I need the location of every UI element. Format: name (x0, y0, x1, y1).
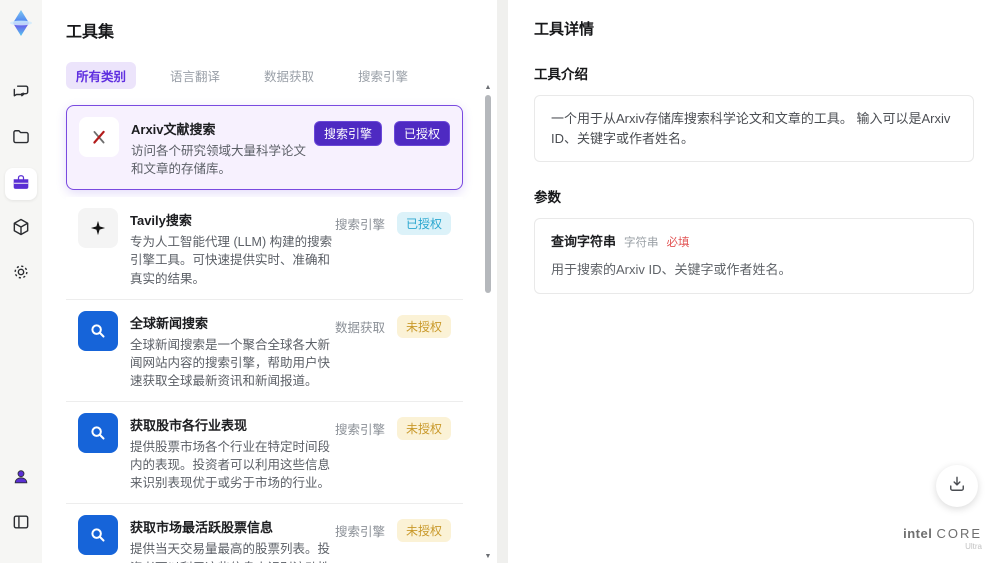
tool-name: Arxiv文献搜索 (131, 122, 216, 137)
chat-icon (11, 82, 31, 107)
toolbox-icon (11, 172, 31, 197)
arxiv-icon (79, 117, 119, 157)
intro-text: 一个用于从Arxiv存储库搜索科学论文和文章的工具。 输入可以是Arxiv ID… (534, 95, 974, 162)
scrollbar-thumb[interactable] (485, 95, 491, 293)
tool-category-tag: 搜索引擎 (334, 525, 385, 540)
tool-card[interactable]: 全球新闻搜索全球新闻搜索是一个聚合全球各大新闻网站内容的搜索引擎，帮助用户快速获… (66, 299, 463, 402)
intel-core-logo: intel CORE Ultra (903, 526, 982, 551)
tab-0[interactable]: 所有类别 (66, 62, 137, 89)
tool-list-panel: 工具集 所有类别 语言翻译 数据获取 搜索引擎 Arxiv文献搜索 访问各个研究领域大量… (42, 0, 497, 563)
app-window: 工具集 所有类别 语言翻译 数据获取 搜索引擎 Arxiv文献搜索 访问各个研究领域大量… (0, 0, 1000, 563)
sidebar-item-settings[interactable] (5, 258, 37, 290)
tool-detail-panel: 工具详情 工具介绍 一个用于从Arxiv存储库搜索科学论文和文章的工具。 输入可… (508, 0, 1000, 563)
tool-name: 全球新闻搜索 (130, 315, 209, 331)
app-logo-icon (6, 8, 36, 38)
search-icon (78, 310, 118, 351)
tool-description: 访问各个研究领域大量科学论文和文章的存储库。 (131, 144, 307, 177)
sidebar-item-user[interactable] (5, 463, 37, 495)
panel-toggle-icon (11, 512, 31, 537)
sidebar-item-tools[interactable] (5, 168, 37, 200)
tool-name: 获取市场最活跃股票信息 (130, 520, 274, 536)
user-icon (11, 467, 31, 492)
sidebar-item-packages[interactable] (5, 213, 37, 245)
tool-description: 专为人工智能代理 (LLM) 构建的搜索引擎工具。可快速提供实时、准确和真实的结… (130, 235, 333, 286)
tool-card[interactable]: 获取市场最活跃股票信息提供当天交易量最高的股票列表。投资者可以利用这些信息来识别… (66, 504, 463, 563)
auth-status-badge: 未授权 (396, 519, 451, 543)
detail-title: 工具详情 (534, 21, 595, 38)
tool-category-tag: 搜索引擎 (313, 121, 382, 146)
sidebar-item-panel-toggle[interactable] (5, 508, 37, 540)
scroll-down-icon[interactable]: ▼ (483, 553, 493, 561)
sidebar-item-files[interactable] (5, 123, 37, 155)
search-icon (78, 413, 118, 453)
param-type: 字符串 (624, 237, 659, 249)
intro-heading: 工具介绍 (534, 67, 588, 82)
panel-divider (497, 0, 508, 563)
tool-description: 提供当天交易量最高的股票列表。投资者可以利用这些信息来识别流动性强的股票和潜在的… (130, 542, 331, 563)
param-card: 查询字符串 字符串 必填 用于搜索的Arxiv ID、关键字或作者姓名。 (534, 218, 974, 294)
tool-list: Arxiv文献搜索 访问各个研究领域大量科学论文和文章的存储库。 搜索引擎 已授权 Ta… (66, 105, 475, 563)
param-name: 查询字符串 (551, 234, 617, 249)
tab-2[interactable]: 数据获取 (254, 62, 324, 89)
category-tabs: 所有类别 语言翻译 数据获取 搜索引擎 (66, 62, 475, 89)
tool-name: Tavily搜索 (130, 213, 192, 229)
tavily-star-icon (78, 208, 118, 249)
folder-icon (11, 127, 31, 152)
tool-category-tag: 数据获取 (334, 320, 385, 335)
param-required-flag: 必填 (666, 237, 690, 249)
tool-category-tag: 搜索引擎 (334, 218, 385, 233)
download-button[interactable] (936, 465, 978, 507)
brand-subtext: Ultra (965, 542, 982, 551)
auth-status-badge: 未授权 (396, 314, 451, 338)
scrollbar[interactable]: ▲ ▼ (483, 84, 493, 561)
auth-status-badge: 已授权 (396, 212, 451, 236)
cube-icon (11, 217, 31, 242)
param-description: 用于搜索的Arxiv ID、关键字或作者姓名。 (551, 262, 792, 278)
sidebar (0, 0, 42, 563)
search-icon (78, 515, 118, 556)
core-brand-text: CORE (936, 526, 982, 541)
intel-brand-text: intel (903, 526, 933, 541)
tool-category-tag: 搜索引擎 (334, 423, 385, 437)
scroll-up-icon[interactable]: ▲ (483, 84, 493, 92)
tab-3[interactable]: 搜索引擎 (348, 62, 418, 89)
tool-card[interactable]: Tavily搜索专为人工智能代理 (LLM) 构建的搜索引擎工具。可快速提供实时… (66, 197, 463, 300)
tab-1[interactable]: 语言翻译 (160, 62, 230, 89)
tool-description: 全球新闻搜索是一个聚合全球各大新闻网站内容的搜索引擎，帮助用户快速获取全球最新资… (130, 337, 331, 388)
tool-description: 提供股票市场各个行业在特定时间段内的表现。投资者可以利用这些信息来识别表现优于或… (130, 440, 331, 491)
gear-icon (11, 262, 31, 287)
sidebar-item-chat[interactable] (5, 78, 37, 110)
page-title: 工具集 (66, 24, 115, 41)
tool-card[interactable]: 获取股市各行业表现提供股票市场各个行业在特定时间段内的表现。投资者可以利用这些信… (66, 402, 463, 505)
tool-name: 获取股市各行业表现 (130, 418, 248, 433)
auth-status-badge: 已授权 (393, 121, 450, 146)
download-icon (947, 474, 967, 499)
params-heading: 参数 (534, 190, 561, 205)
tool-card[interactable]: Arxiv文献搜索访问各个研究领域大量科学论文和文章的存储库。 搜索引擎 已授权 (66, 105, 463, 191)
auth-status-badge: 未授权 (396, 417, 451, 440)
